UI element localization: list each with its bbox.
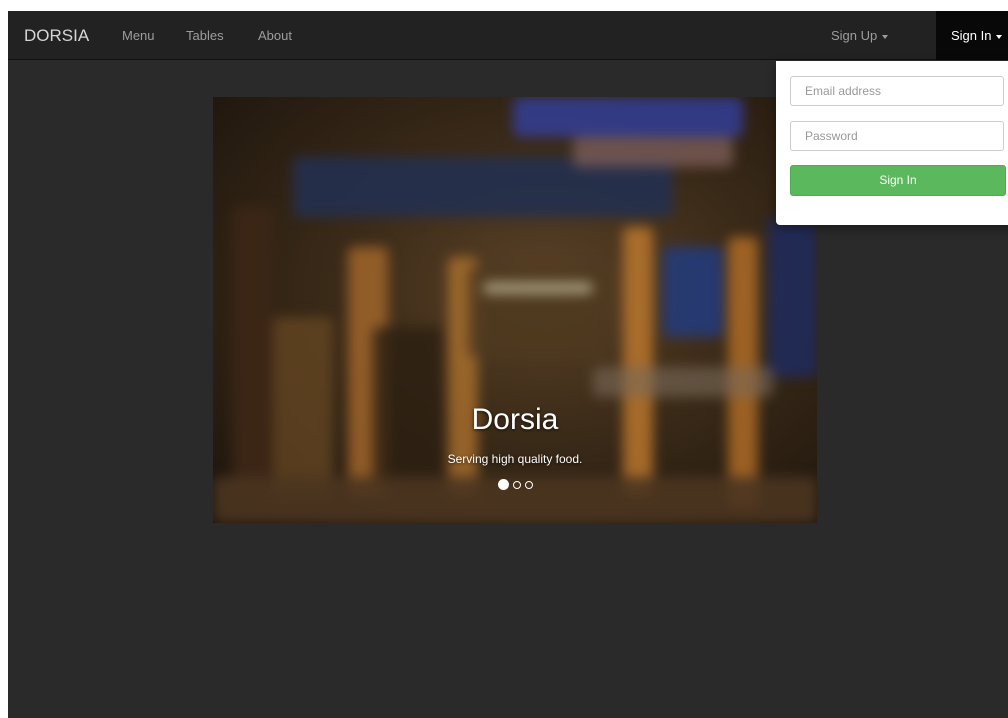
carousel-subtitle: Serving high quality food.	[447, 452, 583, 466]
hero-carousel[interactable]: Dorsia Serving high quality food.	[213, 97, 817, 523]
carousel-title: Dorsia	[471, 403, 559, 436]
signup-dropdown-toggle[interactable]: Sign Up	[831, 11, 889, 60]
carousel-indicator-1[interactable]	[497, 479, 509, 490]
carousel-indicator-2[interactable]	[512, 481, 521, 489]
email-field[interactable]	[790, 76, 1004, 106]
navbar: DORSIA Menu Tables About Sign Up Sign In	[8, 11, 1008, 60]
signin-submit-button[interactable]: Sign In	[790, 165, 1006, 196]
brand-logo[interactable]: DORSIA	[24, 11, 89, 60]
signin-dropdown-toggle[interactable]: Sign In	[936, 11, 1008, 60]
nav-link-about[interactable]: About	[258, 11, 292, 60]
caret-down-icon	[882, 34, 889, 39]
carousel-indicator-3[interactable]	[524, 481, 533, 489]
carousel-indicators	[213, 479, 817, 490]
page-background: DORSIA Menu Tables About Sign Up Sign In…	[8, 11, 1008, 718]
signin-label: Sign In	[951, 28, 992, 43]
caret-down-icon	[996, 34, 1003, 39]
nav-link-tables[interactable]: Tables	[186, 11, 224, 60]
password-field[interactable]	[790, 121, 1004, 151]
nav-link-menu[interactable]: Menu	[122, 11, 155, 60]
signup-label: Sign Up	[831, 28, 878, 43]
signin-dropdown-menu: Sign In	[776, 61, 1008, 225]
